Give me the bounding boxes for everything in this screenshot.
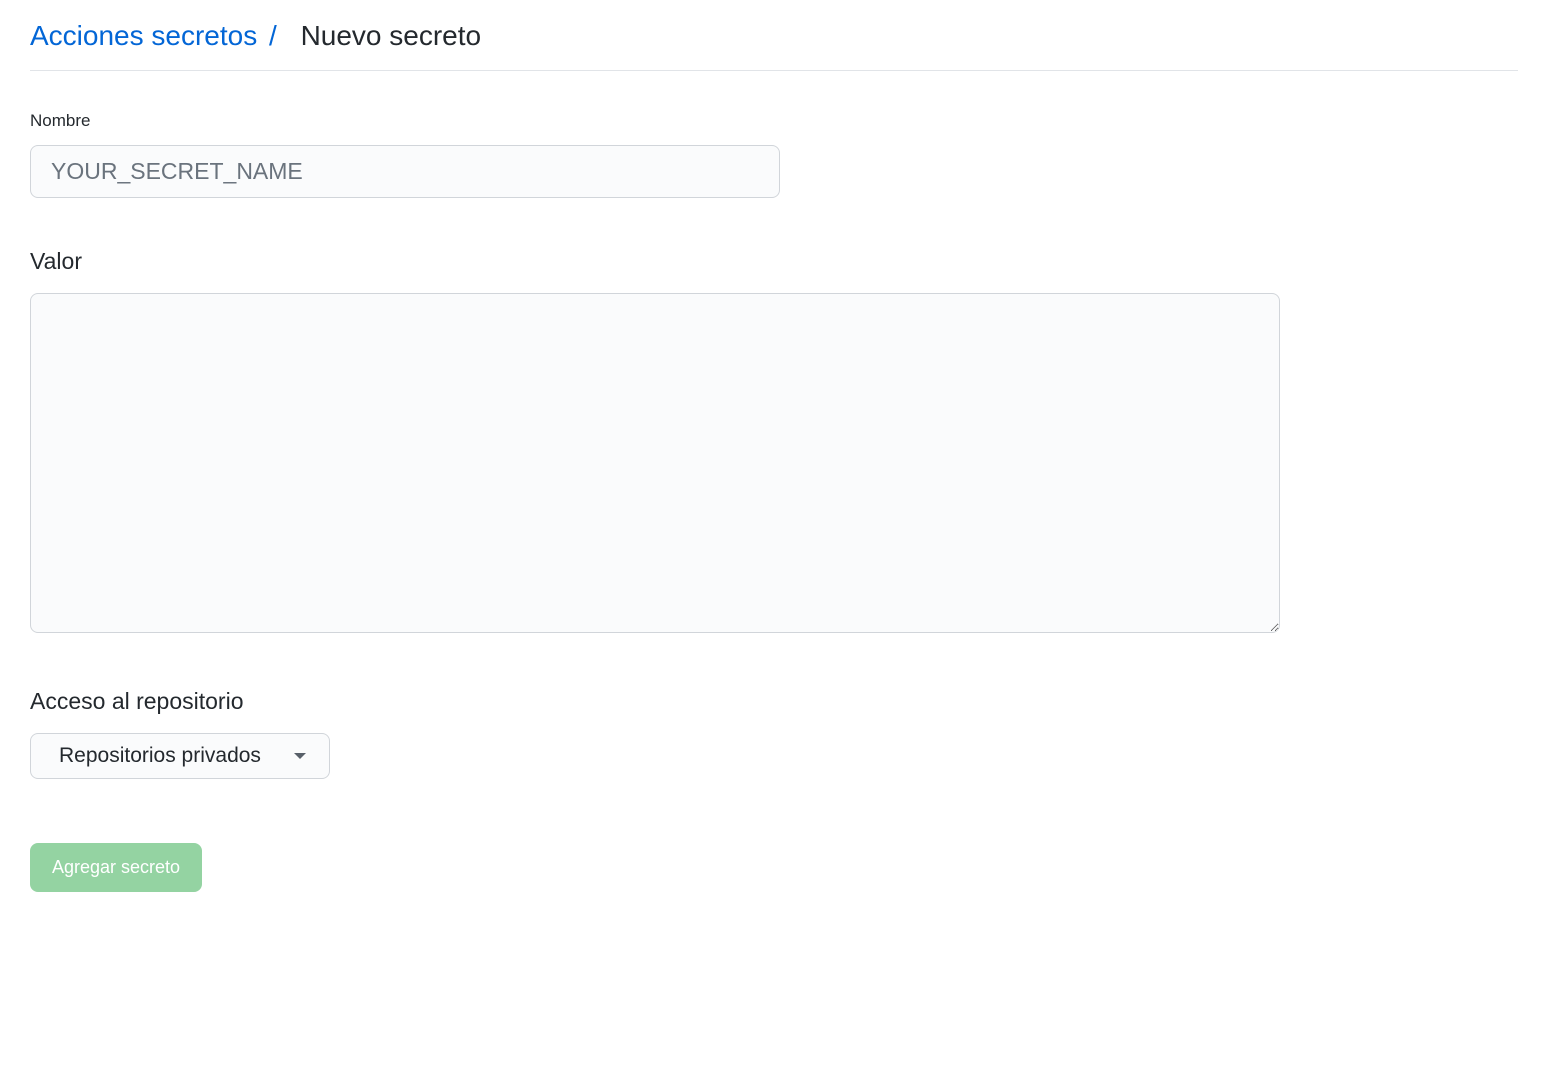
name-input[interactable]	[30, 145, 780, 198]
repo-access-select[interactable]: Repositorios privados	[30, 733, 330, 779]
form-group-repo-access: Acceso al repositorio Repositorios priva…	[30, 688, 1518, 779]
breadcrumb: Acciones secretos / Nuevo secreto	[30, 20, 1518, 71]
add-secret-button[interactable]: Agregar secreto	[30, 843, 202, 892]
breadcrumb-current: Nuevo secreto	[301, 20, 482, 51]
breadcrumb-link-actions-secrets[interactable]: Acciones secretos	[30, 20, 257, 51]
form-group-name: Nombre	[30, 111, 1518, 198]
name-label: Nombre	[30, 111, 1518, 131]
breadcrumb-separator: /	[269, 20, 277, 51]
form-group-value: Valor	[30, 248, 1518, 638]
value-textarea[interactable]	[30, 293, 1280, 633]
caret-down-icon	[293, 751, 307, 761]
repo-access-selected-value: Repositorios privados	[59, 744, 261, 768]
repo-access-label: Acceso al repositorio	[30, 688, 1518, 715]
value-label: Valor	[30, 248, 1518, 275]
